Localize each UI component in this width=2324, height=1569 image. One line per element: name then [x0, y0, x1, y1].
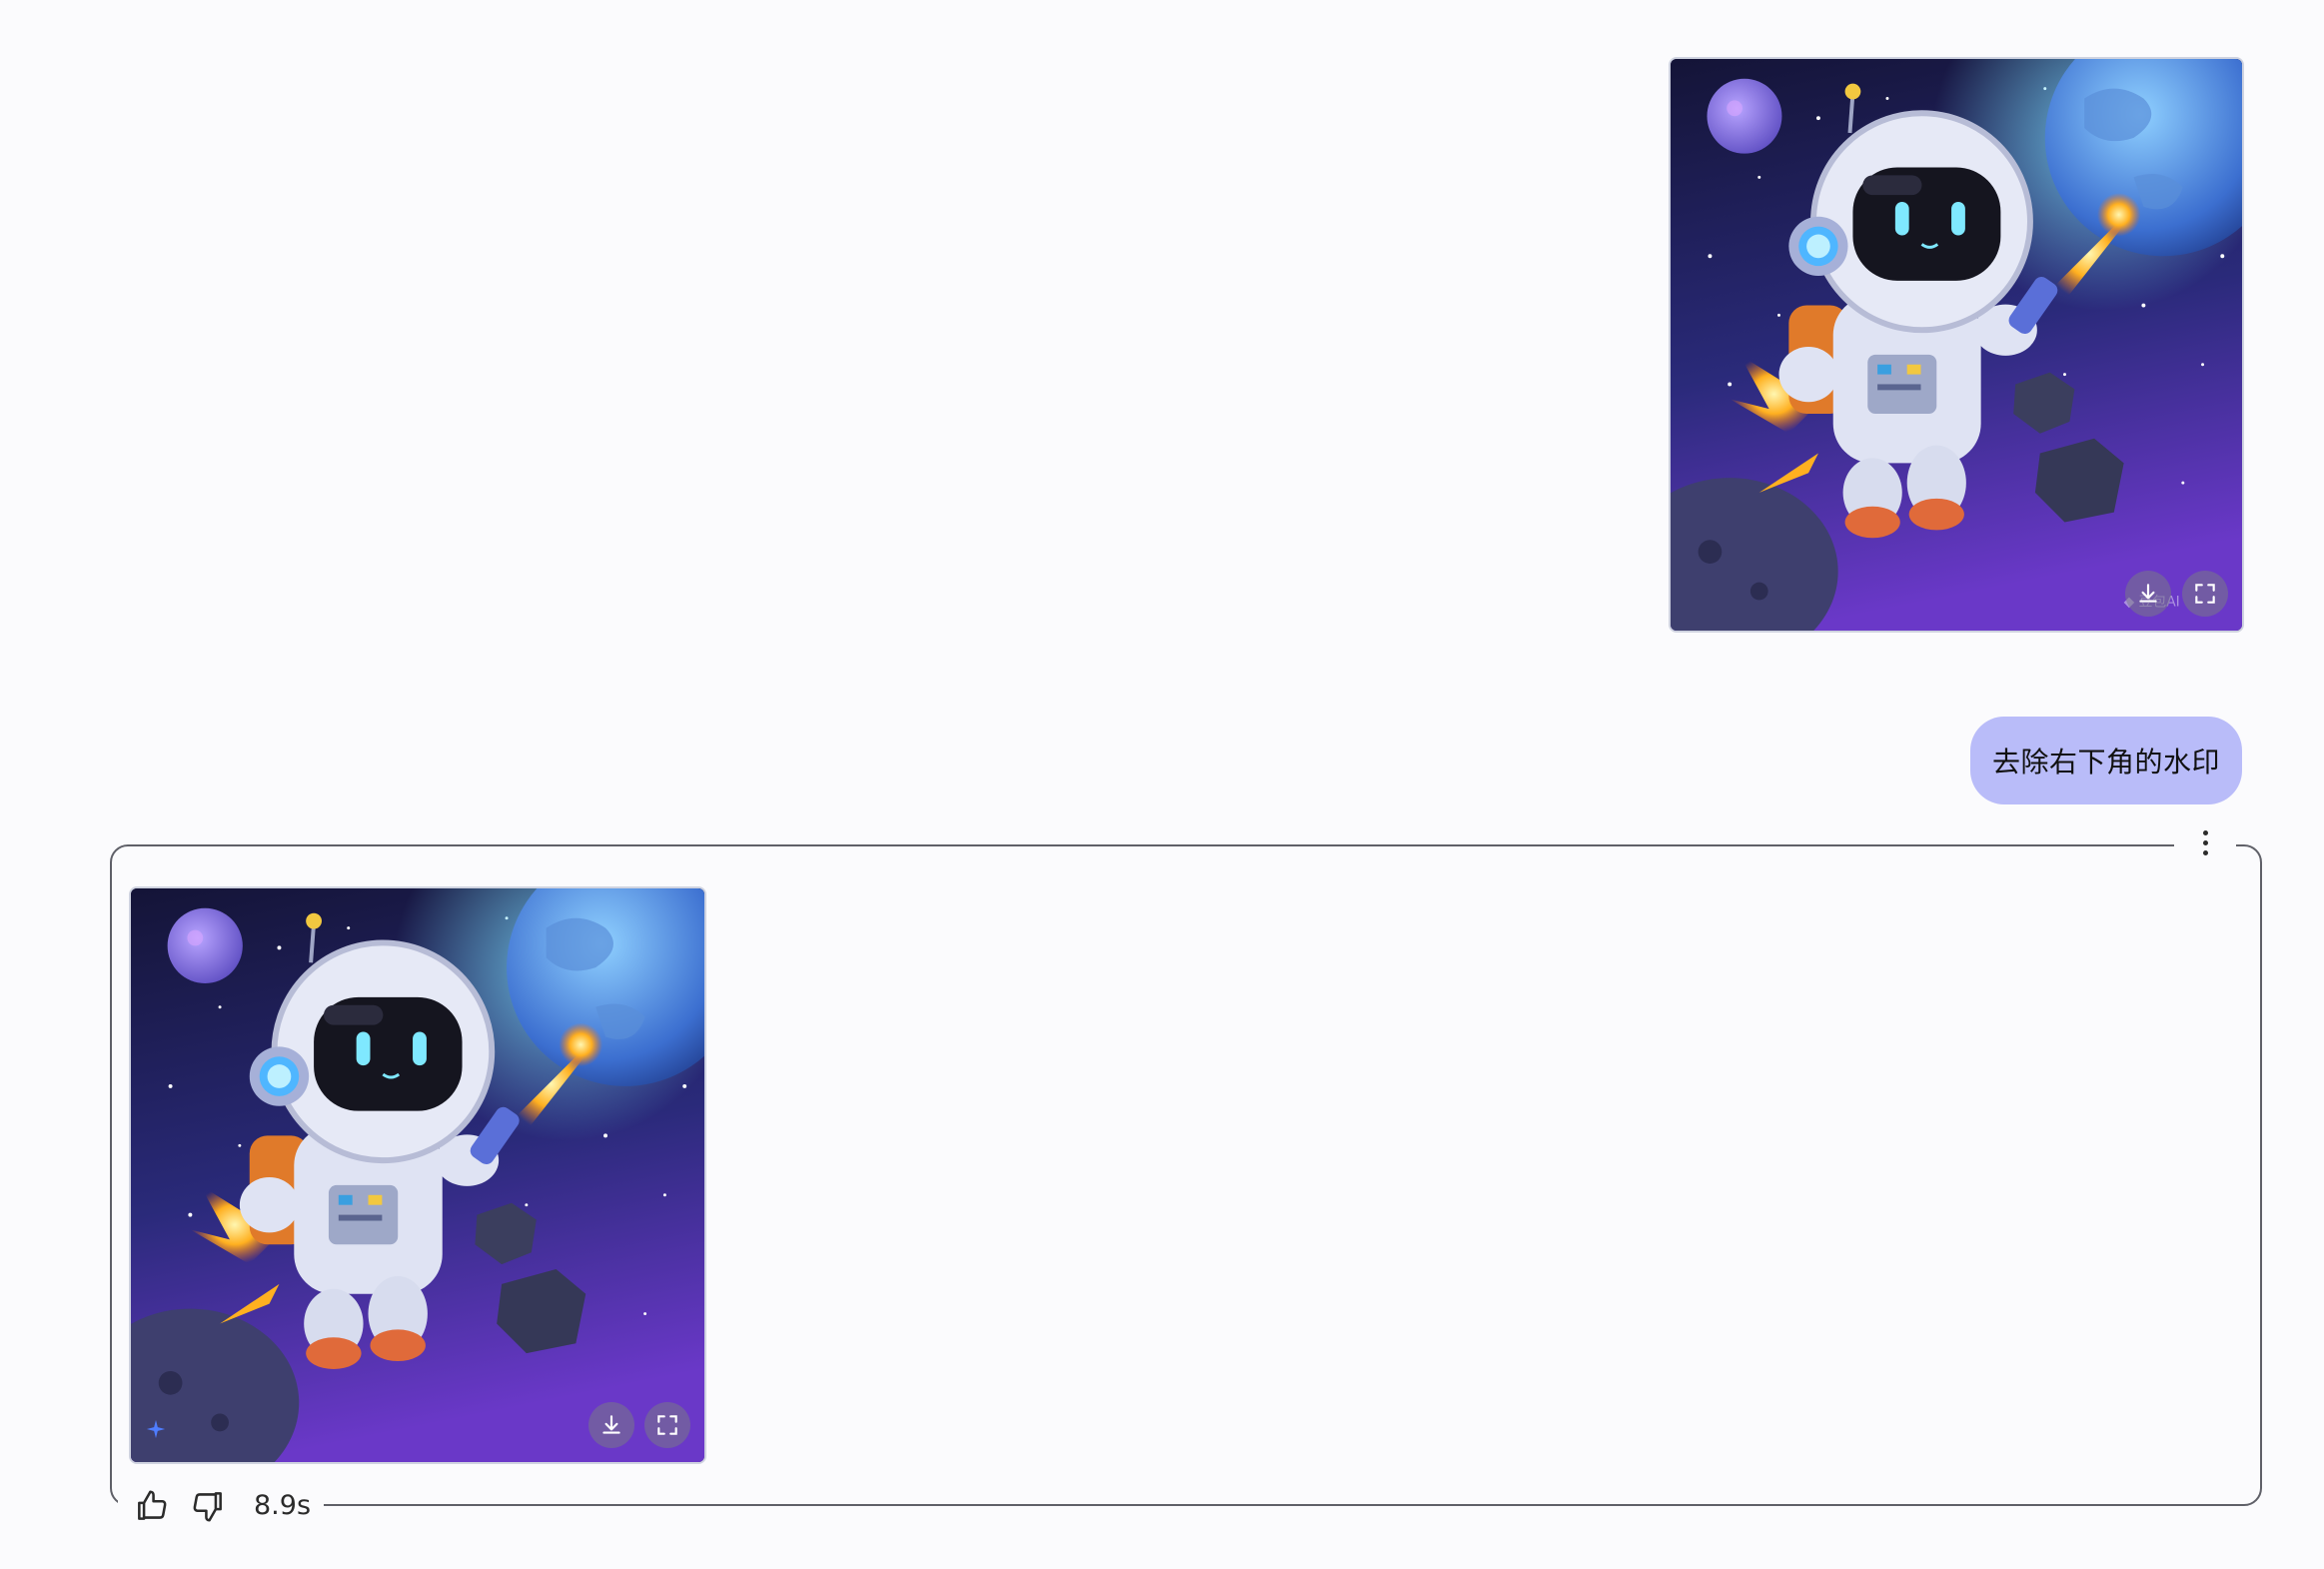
fullscreen-button[interactable] — [644, 1402, 690, 1448]
thumbs-down-icon[interactable] — [188, 1487, 228, 1525]
fullscreen-button[interactable] — [2182, 571, 2228, 617]
download-button[interactable] — [2125, 571, 2171, 617]
generation-time: 8.9s — [254, 1490, 312, 1521]
fullscreen-icon — [657, 1415, 677, 1435]
fullscreen-icon — [2195, 584, 2215, 604]
more-options-button[interactable] — [2190, 823, 2220, 861]
download-button[interactable] — [588, 1402, 634, 1448]
user-uploaded-image[interactable]: ◆ 豆包AI — [1669, 57, 2244, 633]
thumbs-up-icon[interactable] — [132, 1487, 172, 1525]
astronaut-image-art — [131, 888, 704, 1462]
sparkle-icon — [146, 1419, 166, 1439]
user-message-bubble: 去除右下角的水印 — [1970, 717, 2242, 804]
generated-image[interactable] — [129, 886, 706, 1464]
download-icon — [602, 1415, 620, 1434]
astronaut-image-art: ◆ 豆包AI — [1671, 59, 2242, 631]
download-icon — [2139, 584, 2157, 603]
more-options-icon — [2202, 829, 2208, 835]
